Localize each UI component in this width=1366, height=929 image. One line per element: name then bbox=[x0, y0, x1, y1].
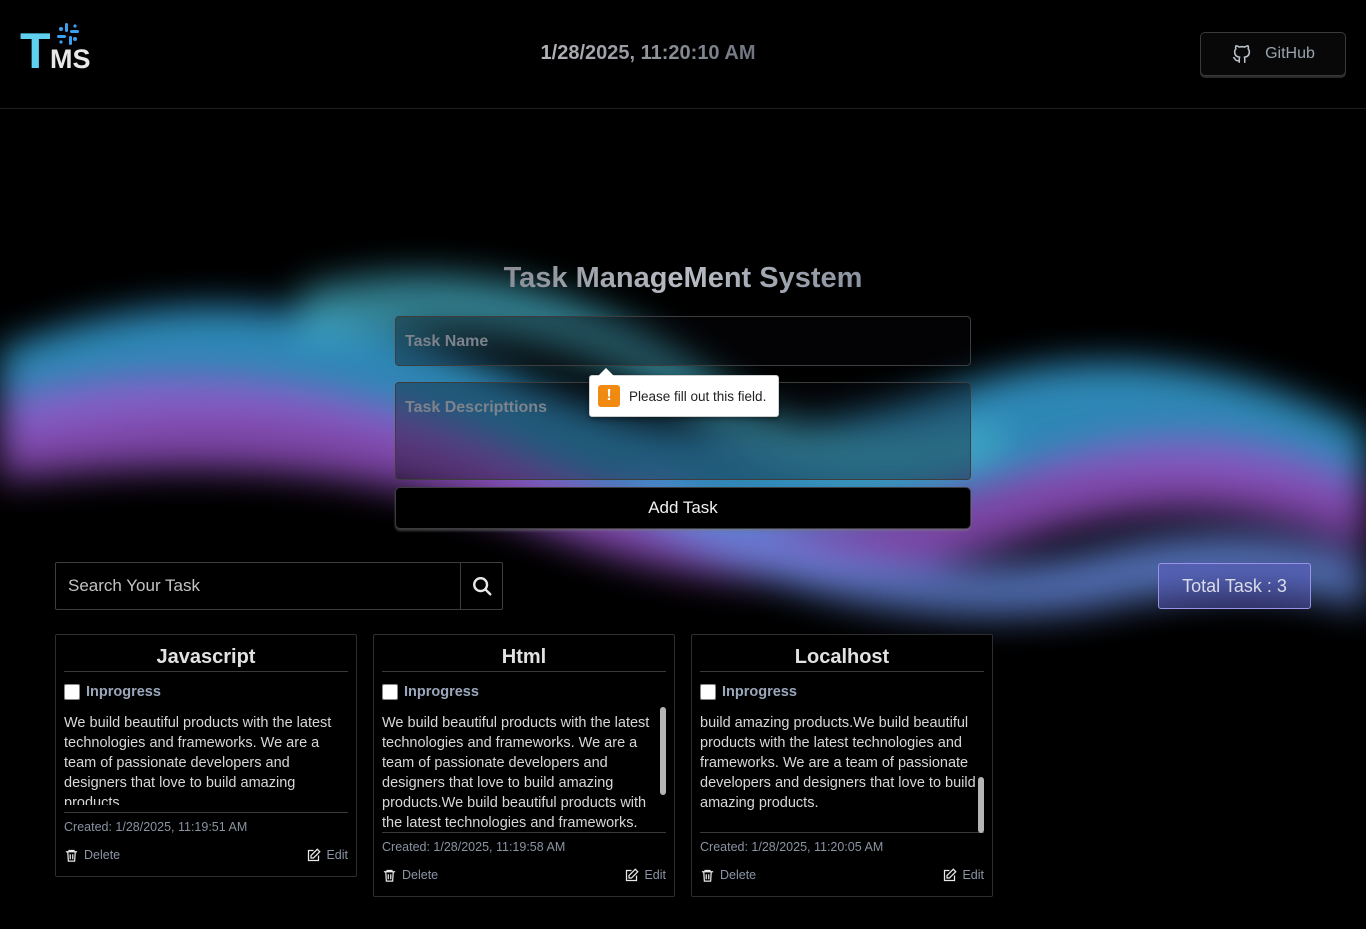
task-description-placeholder: Task Descripttions bbox=[405, 399, 547, 416]
task-description: build amazing products.We build beautifu… bbox=[700, 715, 976, 811]
delete-label: Delete bbox=[720, 868, 757, 882]
task-status: Inprogress bbox=[700, 683, 984, 701]
logo-mark-icon bbox=[57, 23, 79, 45]
status-label: Inprogress bbox=[722, 684, 797, 700]
task-name-input[interactable]: Task Name bbox=[395, 316, 971, 366]
logo-letter-t: T bbox=[20, 23, 51, 79]
status-checkbox[interactable] bbox=[700, 684, 716, 700]
task-status: Inprogress bbox=[64, 683, 348, 701]
task-created-date: Created: 1/28/2025, 11:19:58 AM bbox=[382, 840, 566, 854]
status-label: Inprogress bbox=[404, 684, 479, 700]
edit-label: Edit bbox=[962, 868, 984, 882]
search-button[interactable] bbox=[460, 563, 502, 609]
task-title: Localhost bbox=[700, 635, 984, 672]
delete-label: Delete bbox=[84, 848, 121, 862]
edit-icon bbox=[944, 867, 958, 881]
description-scrollbar[interactable] bbox=[978, 777, 984, 833]
search-input[interactable]: Search Your Task bbox=[56, 563, 462, 609]
task-actions: Delete Edit bbox=[700, 864, 984, 886]
task-name-placeholder: Task Name bbox=[405, 333, 489, 350]
delete-button[interactable]: Delete bbox=[64, 848, 120, 863]
task-title: Javascript bbox=[64, 635, 348, 672]
trash-icon bbox=[65, 849, 78, 862]
delete-button[interactable]: Delete bbox=[382, 868, 438, 883]
top-header: T MS 1/28/2025, 11:20:10 AM GitHub bbox=[0, 0, 1366, 109]
task-description-area[interactable]: We build beautiful products with the lat… bbox=[64, 713, 348, 813]
github-button[interactable]: GitHub bbox=[1200, 32, 1346, 76]
validation-message: Please fill out this field. bbox=[629, 388, 767, 404]
delete-button[interactable]: Delete bbox=[700, 868, 756, 883]
github-label: GitHub bbox=[1265, 45, 1315, 62]
search-icon bbox=[472, 577, 491, 596]
current-datetime: 1/28/2025, 11:20:10 AM bbox=[478, 42, 818, 65]
status-label: Inprogress bbox=[86, 684, 161, 700]
task-description: We build beautiful products with the lat… bbox=[64, 715, 332, 805]
edit-button[interactable]: Edit bbox=[306, 847, 348, 863]
delete-label: Delete bbox=[402, 868, 439, 882]
task-actions: Delete Edit bbox=[64, 844, 348, 866]
task-card: Localhost Inprogress build amazing produ… bbox=[691, 634, 993, 897]
edit-label: Edit bbox=[326, 848, 348, 862]
task-description-area[interactable]: build amazing products.We build beautifu… bbox=[700, 713, 984, 833]
edit-label: Edit bbox=[644, 868, 666, 882]
trash-icon bbox=[701, 869, 714, 882]
search-bar: Search Your Task bbox=[55, 562, 503, 610]
status-checkbox[interactable] bbox=[64, 684, 80, 700]
logo-letters-ms: MS bbox=[50, 44, 91, 74]
edit-button[interactable]: Edit bbox=[624, 867, 666, 883]
github-icon bbox=[1233, 45, 1251, 64]
task-created-date: Created: 1/28/2025, 11:19:51 AM bbox=[64, 820, 248, 834]
task-actions: Delete Edit bbox=[382, 864, 666, 886]
page-title: Task ManageMent System bbox=[395, 262, 971, 295]
description-scrollbar[interactable] bbox=[660, 707, 666, 795]
task-card: Html Inprogress We build beautiful produ… bbox=[373, 634, 675, 897]
warning-icon: ! bbox=[598, 385, 620, 407]
validation-tooltip: ! Please fill out this field. bbox=[589, 368, 779, 417]
task-title: Html bbox=[382, 635, 666, 672]
task-status: Inprogress bbox=[382, 683, 666, 701]
edit-button[interactable]: Edit bbox=[942, 867, 984, 883]
total-task-badge: Total Task : 3 bbox=[1158, 563, 1311, 609]
task-created-date: Created: 1/28/2025, 11:20:05 AM bbox=[700, 840, 884, 854]
trash-icon bbox=[383, 869, 396, 882]
app-logo[interactable]: T MS bbox=[20, 22, 102, 78]
status-checkbox[interactable] bbox=[382, 684, 398, 700]
task-description-area[interactable]: We build beautiful products with the lat… bbox=[382, 707, 666, 833]
task-card: Javascript Inprogress We build beautiful… bbox=[55, 634, 357, 877]
task-description: We build beautiful products with the lat… bbox=[382, 715, 650, 831]
add-task-button[interactable]: Add Task bbox=[395, 487, 971, 529]
edit-icon bbox=[626, 867, 640, 881]
edit-icon bbox=[308, 847, 322, 861]
